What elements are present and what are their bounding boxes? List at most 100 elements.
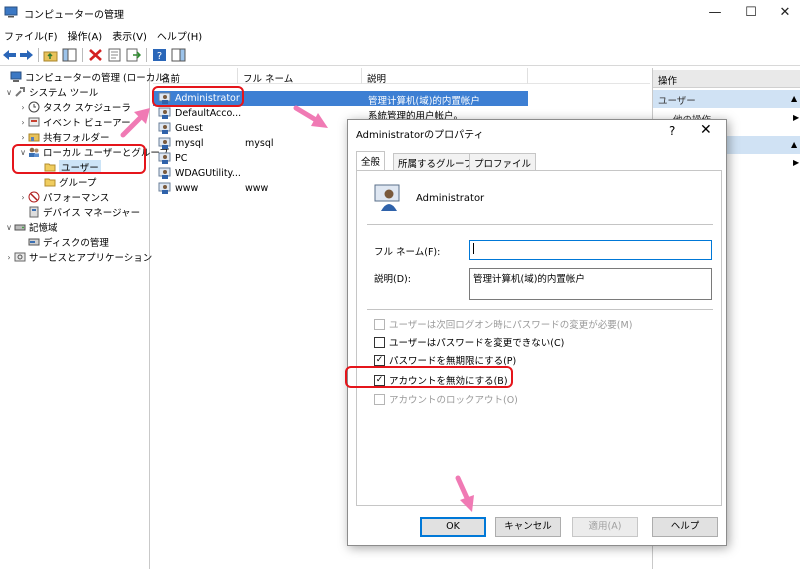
menu-file[interactable]: ファイル(F) xyxy=(0,26,64,44)
dialog-help-button[interactable]: ? xyxy=(669,124,675,138)
must-change-password-checkbox[interactable]: ユーザーは次回ログオン時にパスワードの変更が必要(M) xyxy=(374,317,632,331)
title-bar: コンピューターの管理 — ☐ ✕ xyxy=(0,0,800,26)
list-header: 名前 フル ネーム 説明 xyxy=(153,68,650,85)
tab-member-of[interactable]: 所属するグループ xyxy=(393,153,479,170)
up-folder-icon[interactable] xyxy=(43,48,58,62)
chevron-right-icon[interactable]: ▶ xyxy=(793,113,799,122)
collapse-up-icon[interactable]: ▲ xyxy=(791,94,797,103)
help-icon[interactable]: ? xyxy=(152,48,167,62)
menu-view[interactable]: 表示(V) xyxy=(108,26,153,44)
services-apps-icon xyxy=(14,252,26,262)
tree-item-performance[interactable]: › パフォーマンス xyxy=(18,190,109,204)
chevron-right-icon[interactable]: ▶ xyxy=(793,158,799,167)
column-header-description[interactable]: 説明 xyxy=(367,71,386,85)
divider xyxy=(367,224,713,225)
tree-item-shared-folders[interactable]: › 共有フォルダー xyxy=(18,130,110,145)
tab-profile[interactable]: プロファイル xyxy=(469,153,537,170)
tree-expander[interactable]: ∨ xyxy=(4,223,14,232)
help-button[interactable]: ヘルプ xyxy=(652,517,718,537)
tree-expander[interactable]: › xyxy=(4,253,14,262)
menu-action[interactable]: 操作(A) xyxy=(64,26,109,44)
show-hide-action-pane-icon[interactable] xyxy=(171,48,186,62)
checkbox-label: ユーザーはパスワードを変更できない(C) xyxy=(389,338,565,349)
column-header-name[interactable]: 名前 xyxy=(161,71,180,85)
annotation-highlight-account-disabled xyxy=(345,366,513,388)
dialog-title: Administratorのプロパティ xyxy=(356,130,484,141)
tree-item-disk-management[interactable]: ディスクの管理 xyxy=(18,235,109,249)
user-icon xyxy=(158,107,171,119)
computer-management-icon xyxy=(10,71,22,82)
menu-help[interactable]: ヘルプ(H) xyxy=(153,26,208,44)
tree-item-task-scheduler[interactable]: › タスク スケジューラ xyxy=(18,100,131,114)
tree-item-event-viewer[interactable]: › イベント ビューアー xyxy=(18,115,131,129)
maximize-button[interactable]: ☐ xyxy=(736,4,766,22)
tree-item-label: パフォーマンス xyxy=(43,193,110,204)
tree-item-computer-management[interactable]: コンピューターの管理 (ローカル) xyxy=(0,70,168,84)
tree-expander[interactable]: › xyxy=(18,118,28,127)
show-hide-tree-icon[interactable] xyxy=(62,48,77,62)
checkbox-box[interactable] xyxy=(374,318,385,330)
column-divider[interactable] xyxy=(527,68,528,84)
tree-item-services-apps[interactable]: › サービスとアプリケーション xyxy=(4,250,152,264)
user-name-cell: www xyxy=(175,183,199,194)
dialog-close-button[interactable]: ✕ xyxy=(700,122,712,138)
toolbar-separator xyxy=(82,48,83,62)
user-full-name-cell: www xyxy=(245,183,269,194)
password-never-expires-checkbox[interactable]: ✓ パスワードを無期限にする(P) xyxy=(374,353,516,367)
tree-item-device-manager[interactable]: デバイス マネージャー xyxy=(18,205,140,219)
tab-general[interactable]: 全般 xyxy=(356,151,386,171)
column-header-full-name[interactable]: フル ネーム xyxy=(243,71,293,85)
task-scheduler-icon xyxy=(28,101,40,113)
tree-expander[interactable]: › xyxy=(18,193,28,202)
computer-management-icon xyxy=(4,6,18,18)
user-name-cell: WDAGUtility... xyxy=(175,168,241,179)
checkbox-box[interactable] xyxy=(374,336,385,348)
user-icon xyxy=(374,184,400,211)
properties-icon[interactable] xyxy=(107,48,122,62)
delete-icon[interactable] xyxy=(88,48,103,62)
forward-arrow-icon[interactable] xyxy=(19,48,34,62)
divider xyxy=(367,309,713,310)
account-lockout-checkbox[interactable]: アカウントのロックアウト(O) xyxy=(374,392,518,406)
checkbox-box[interactable] xyxy=(374,393,385,405)
ok-button[interactable]: OK xyxy=(420,517,486,537)
dialog-tabs: 全般 所属するグループ プロファイル xyxy=(356,151,722,171)
close-button[interactable]: ✕ xyxy=(770,4,800,22)
user-icon xyxy=(158,152,171,164)
cancel-button[interactable]: キャンセル xyxy=(495,517,561,537)
tree-expander[interactable]: › xyxy=(18,133,28,142)
tree-item-label: イベント ビューアー xyxy=(43,118,131,129)
toolbar-separator xyxy=(38,48,39,62)
description-label: 説明(D): xyxy=(374,274,411,285)
tree-item-label: 共有フォルダー xyxy=(43,133,110,144)
cannot-change-password-checkbox[interactable]: ユーザーはパスワードを変更できない(C) xyxy=(374,335,564,349)
shared-folders-icon xyxy=(28,133,40,142)
menu-bar: ファイル(F) 操作(A) 表示(V) ヘルプ(H) xyxy=(0,26,800,44)
tree-item-label: 記憶域 xyxy=(29,223,58,234)
tree-item-label: サービスとアプリケーション xyxy=(29,253,153,264)
dialog-username: Administrator xyxy=(416,193,485,204)
user-full-name-cell: mysql xyxy=(245,138,274,149)
actions-section-users[interactable]: ユーザー xyxy=(653,90,800,108)
export-list-icon[interactable] xyxy=(126,48,141,62)
actions-header: 操作 xyxy=(653,70,800,88)
event-viewer-icon xyxy=(28,117,40,127)
column-divider[interactable] xyxy=(237,68,238,84)
tree-item-storage[interactable]: ∨ 記憶域 xyxy=(4,220,58,235)
checkmark-icon[interactable]: ✓ xyxy=(374,354,385,366)
tree-item-system-tools[interactable]: ∨ システム ツール xyxy=(4,85,98,99)
tree-expander[interactable]: ∨ xyxy=(4,88,14,97)
tree-item-label: タスク スケジューラ xyxy=(43,103,131,114)
column-divider[interactable] xyxy=(361,68,362,84)
tree-item-groups[interactable]: グループ xyxy=(34,175,96,189)
apply-button[interactable]: 適用(A) xyxy=(572,517,638,537)
collapse-up-icon[interactable]: ▲ xyxy=(791,140,797,149)
minimize-button[interactable]: — xyxy=(700,4,730,22)
device-manager-icon xyxy=(29,206,39,218)
full-name-label: フル ネーム(F): xyxy=(374,247,441,258)
full-name-input[interactable] xyxy=(469,240,712,260)
back-arrow-icon[interactable] xyxy=(2,48,17,62)
description-input[interactable]: 管理计算机(域)的内置帐户 xyxy=(469,268,712,300)
user-name-cell: DefaultAcco... xyxy=(175,108,242,119)
tree-expander[interactable]: › xyxy=(18,103,28,112)
